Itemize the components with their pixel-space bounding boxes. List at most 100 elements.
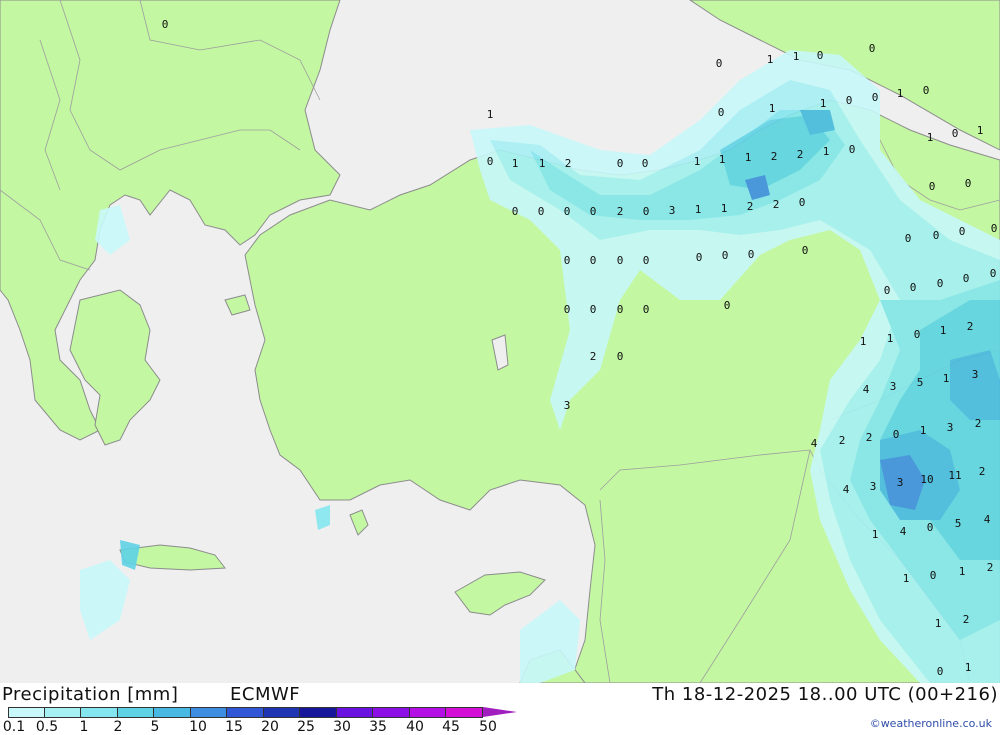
precip-value-label: 0 — [846, 94, 853, 107]
precip-value-label: 5 — [955, 517, 962, 530]
legend-swatch — [8, 707, 45, 718]
legend-swatch — [373, 707, 410, 718]
legend-swatch — [117, 707, 154, 718]
precip-value-label: 1 — [935, 617, 942, 630]
legend-swatch — [154, 707, 191, 718]
valid-time: Th 18-12-2025 18..00 UTC (00+216) — [652, 684, 998, 705]
precip-value-label: 0 — [930, 569, 937, 582]
legend-swatch — [190, 707, 227, 718]
legend-swatch — [446, 707, 483, 718]
color-legend — [8, 707, 517, 718]
precip-value-label: 0 — [696, 251, 703, 264]
precip-value-label: 2 — [987, 561, 994, 574]
precip-value-label: 1 — [719, 153, 726, 166]
precip-value-label: 0 — [929, 180, 936, 193]
precip-value-label: 0 — [643, 303, 650, 316]
precip-value-label: 0 — [990, 267, 997, 280]
precip-value-label: 4 — [843, 483, 850, 496]
precip-value-label: 3 — [972, 368, 979, 381]
precip-value-label: 1 — [769, 102, 776, 115]
precip-value-label: 3 — [897, 476, 904, 489]
precip-value-label: 0 — [933, 229, 940, 242]
legend-swatch — [81, 707, 118, 718]
precip-value-label: 0 — [937, 665, 944, 678]
precip-value-label: 0 — [849, 143, 856, 156]
credit-link[interactable]: ©weatheronline.co.uk — [870, 717, 992, 730]
legend-swatch — [336, 707, 373, 718]
legend-labels: 0.1 0.5 1 2 5 10 15 20 25 30 35 40 45 50 — [0, 719, 520, 735]
precip-value-label: 3 — [669, 204, 676, 217]
precip-value-label: 0 — [963, 272, 970, 285]
precip-value-label: 0 — [884, 284, 891, 297]
precipitation-map[interactable]: 0011001011001001120011122100000203112201… — [0, 0, 1000, 683]
precip-value-label: 2 — [963, 613, 970, 626]
precip-value-label: 0 — [642, 157, 649, 170]
precip-value-label: 1 — [872, 528, 879, 541]
precip-value-label: 0 — [927, 521, 934, 534]
precip-value-label: 1 — [695, 203, 702, 216]
precip-value-label: 1 — [487, 108, 494, 121]
precip-value-label: 3 — [890, 380, 897, 393]
precip-value-label: 5 — [917, 376, 924, 389]
precip-value-label: 1 — [927, 131, 934, 144]
precip-value-label: 0 — [748, 248, 755, 261]
precip-value-label: 0 — [991, 222, 998, 235]
precip-value-label: 0 — [937, 277, 944, 290]
precip-value-label: 4 — [984, 513, 991, 526]
precip-value-label: 0 — [872, 91, 879, 104]
legend-arrow — [482, 707, 517, 717]
precip-value-label: 0 — [538, 205, 545, 218]
precip-value-label: 0 — [617, 157, 624, 170]
precip-value-label: 2 — [773, 198, 780, 211]
precip-value-label: 0 — [487, 155, 494, 168]
precip-value-label: 0 — [643, 254, 650, 267]
precip-value-label: 10 — [920, 473, 933, 486]
precip-value-label: 0 — [959, 225, 966, 238]
map-title: Precipitation [mm] — [2, 684, 179, 705]
precip-value-label: 0 — [802, 244, 809, 257]
precip-value-label: 1 — [745, 151, 752, 164]
precip-value-label: 0 — [617, 350, 624, 363]
precip-value-label: 2 — [979, 465, 986, 478]
map-footer: Precipitation [mm] ECMWF Th 18-12-2025 1… — [0, 683, 1000, 735]
precip-value-label: 1 — [767, 53, 774, 66]
precip-value-label: 0 — [722, 249, 729, 262]
precip-value-label: 0 — [590, 205, 597, 218]
precip-value-label: 1 — [860, 335, 867, 348]
precip-value-label: 0 — [716, 57, 723, 70]
precip-value-label: 0 — [162, 18, 169, 31]
precip-value-label: 1 — [940, 324, 947, 337]
precip-value-label: 0 — [512, 205, 519, 218]
precip-value-label: 2 — [975, 417, 982, 430]
precip-value-label: 0 — [869, 42, 876, 55]
precip-value-label: 2 — [590, 350, 597, 363]
precip-value-label: 2 — [866, 431, 873, 444]
legend-swatch — [300, 707, 337, 718]
precip-value-label: 1 — [721, 202, 728, 215]
precip-value-label: 1 — [943, 372, 950, 385]
precip-value-label: 0 — [799, 196, 806, 209]
precip-value-label: 1 — [694, 155, 701, 168]
legend-swatch — [409, 707, 446, 718]
precip-value-label: 0 — [590, 303, 597, 316]
precip-value-label: 0 — [905, 232, 912, 245]
legend-swatch — [227, 707, 264, 718]
precip-value-label: 0 — [564, 254, 571, 267]
precip-value-label: 0 — [617, 303, 624, 316]
precip-value-label: 1 — [820, 97, 827, 110]
precip-value-label: 1 — [959, 565, 966, 578]
precip-value-label: 0 — [718, 106, 725, 119]
precip-value-label: 0 — [817, 49, 824, 62]
precip-value-label: 2 — [967, 320, 974, 333]
precip-value-label: 0 — [564, 205, 571, 218]
precip-value-label: 0 — [617, 254, 624, 267]
precip-value-label: 1 — [793, 50, 800, 63]
model-name: ECMWF — [230, 684, 301, 705]
precip-value-label: 0 — [893, 428, 900, 441]
precip-value-label: 3 — [870, 480, 877, 493]
precip-value-label: 4 — [863, 383, 870, 396]
precip-value-label: 1 — [539, 157, 546, 170]
precip-value-label: 2 — [839, 434, 846, 447]
precip-value-label: 3 — [947, 421, 954, 434]
precip-value-label: 2 — [747, 200, 754, 213]
